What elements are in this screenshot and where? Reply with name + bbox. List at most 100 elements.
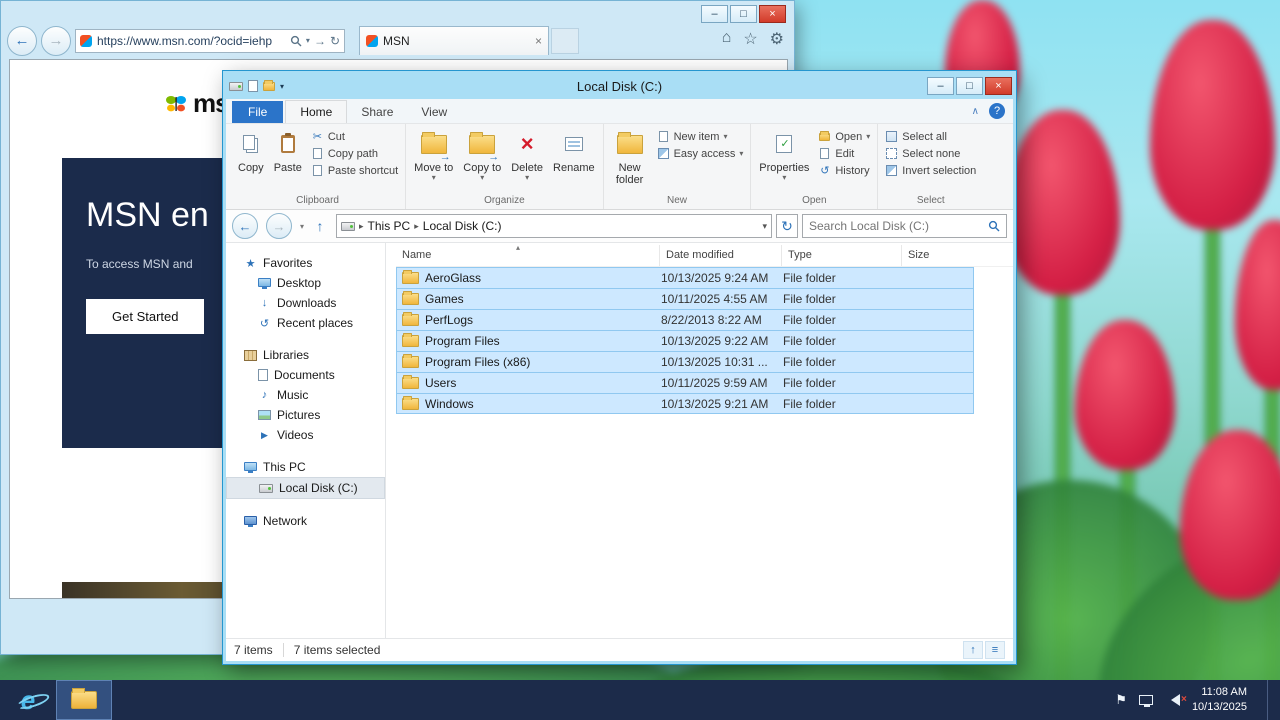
nav-desktop[interactable]: Desktop — [226, 273, 385, 293]
move-to-button[interactable]: Move to ▾ — [409, 126, 458, 186]
system-icon[interactable] — [229, 81, 243, 91]
address-dropdown-icon[interactable]: ▾ — [306, 36, 310, 45]
copy-button[interactable]: Copy — [233, 126, 269, 177]
properties-button[interactable]: Properties ▾ — [754, 126, 814, 186]
ribbon-group-open: Properties ▾ Open ▾ Edit — [751, 124, 879, 209]
file-row-program-files-x86[interactable]: Program Files (x86) 10/13/2025 10:31 ...… — [396, 351, 974, 372]
invert-selection-button[interactable]: Invert selection — [881, 162, 980, 179]
explorer-maximize-button[interactable]: □ — [956, 77, 983, 95]
browser-maximize-button[interactable]: □ — [730, 4, 757, 23]
explorer-minimize-button[interactable]: – — [927, 77, 954, 95]
nav-libraries[interactable]: Libraries — [226, 345, 385, 365]
browser-minimize-button[interactable]: – — [701, 4, 728, 23]
file-row-windows[interactable]: Windows 10/13/2025 9:21 AM File folder — [396, 393, 974, 414]
easy-access-button[interactable]: Easy access ▾ — [653, 145, 748, 162]
nav-music[interactable]: ♪ Music — [226, 385, 385, 405]
column-header-modified[interactable]: Date modified — [660, 245, 782, 266]
explorer-titlebar[interactable]: ▾ Local Disk (C:) – □ × — [223, 71, 1016, 99]
action-center-flag-icon[interactable]: ⚑ — [1115, 692, 1127, 708]
file-row-program-files[interactable]: Program Files 10/13/2025 9:22 AM File fo… — [396, 330, 974, 351]
copy-path-button[interactable]: Copy path — [307, 145, 402, 162]
breadcrumb[interactable]: ▸ This PC ▸ Local Disk (C:) ▾ — [336, 214, 772, 238]
browser-back-button[interactable]: ← — [7, 25, 37, 56]
recent-locations-icon[interactable]: ▾ — [300, 222, 304, 231]
history-button[interactable]: ↺ History — [814, 162, 874, 179]
file-row-aeroglass[interactable]: AeroGlass 10/13/2025 9:24 AM File folder — [396, 267, 974, 288]
nav-network[interactable]: Network — [226, 511, 385, 531]
explorer-forward-button[interactable]: → — [266, 213, 292, 239]
file-row-perflogs[interactable]: PerfLogs 8/22/2013 8:22 AM File folder — [396, 309, 974, 330]
nav-this-pc[interactable]: This PC — [226, 457, 385, 477]
select-all-button[interactable]: Select all — [881, 128, 980, 145]
breadcrumb-this-pc[interactable]: This PC — [368, 219, 411, 233]
refresh-button[interactable]: ↻ — [776, 214, 798, 238]
tab-file[interactable]: File — [232, 101, 284, 123]
browser-address-bar[interactable]: https://www.msn.com/?ocid=iehp ▾ → ↻ — [75, 28, 345, 53]
select-none-button[interactable]: Select none — [881, 145, 980, 162]
qat-newfolder-icon[interactable] — [263, 79, 275, 91]
cut-button[interactable]: ✂ Cut — [307, 128, 402, 145]
delete-button[interactable]: × Delete ▾ — [506, 126, 548, 186]
browser-tab-msn[interactable]: MSN × — [359, 26, 549, 55]
local-disk-icon — [259, 483, 273, 493]
taskbar-ie-button[interactable]: e — [0, 680, 56, 720]
help-icon[interactable]: ? — [989, 103, 1005, 119]
rename-button[interactable]: Rename — [548, 126, 600, 177]
nav-downloads[interactable]: ↓ Downloads — [226, 293, 385, 313]
minimize-ribbon-icon[interactable]: ∧ — [972, 106, 979, 117]
search-box[interactable] — [802, 214, 1007, 238]
new-item-button[interactable]: New item ▾ — [653, 128, 748, 145]
tab-view[interactable]: View — [407, 101, 461, 123]
file-row-games[interactable]: Games 10/11/2025 4:55 AM File folder — [396, 288, 974, 309]
nav-documents[interactable]: Documents — [226, 365, 385, 385]
nav-local-disk[interactable]: Local Disk (C:) — [226, 477, 385, 499]
settings-gear-icon[interactable]: ⚙ — [770, 29, 784, 49]
favorites-icon[interactable]: ☆ — [743, 29, 757, 49]
taskbar-clock[interactable]: 11:08 AM 10/13/2025 — [1192, 685, 1255, 715]
search-input[interactable] — [809, 219, 988, 233]
search-icon[interactable] — [290, 35, 302, 47]
refresh-icon[interactable]: ↻ — [330, 34, 340, 48]
home-icon[interactable]: ⌂ — [722, 29, 732, 49]
new-folder-button[interactable]: New folder — [607, 126, 653, 189]
paste-shortcut-button[interactable]: Paste shortcut — [307, 162, 402, 179]
copy-to-button[interactable]: Copy to ▾ — [458, 126, 506, 186]
qat-customize-icon[interactable]: ▾ — [280, 82, 284, 91]
tab-home[interactable]: Home — [285, 100, 348, 123]
network-tray-icon[interactable] — [1138, 695, 1153, 707]
browser-close-button[interactable]: × — [759, 4, 786, 23]
get-started-button[interactable]: Get Started — [86, 299, 205, 334]
column-header-name[interactable]: Name — [396, 245, 660, 266]
address-dropdown-icon[interactable]: ▾ — [762, 221, 767, 232]
up-one-level-button[interactable]: ↑ — [308, 215, 332, 237]
tab-share[interactable]: Share — [347, 101, 407, 123]
browser-url[interactable]: https://www.msn.com/?ocid=iehp — [97, 34, 286, 48]
explorer-window-title: Local Disk (C:) — [576, 78, 663, 94]
browser-titlebar[interactable]: – □ × — [1, 1, 794, 24]
view-details-button[interactable]: ≡ — [985, 641, 1005, 659]
show-desktop-button[interactable] — [1267, 680, 1274, 720]
breadcrumb-local-disk[interactable]: Local Disk (C:) — [423, 219, 502, 233]
column-header-size[interactable]: Size — [902, 245, 968, 266]
nav-pictures[interactable]: Pictures — [226, 405, 385, 425]
new-tab-button[interactable] — [551, 27, 579, 54]
nav-favorites[interactable]: ★ Favorites — [226, 253, 385, 273]
taskbar-explorer-button[interactable] — [56, 680, 112, 720]
nav-videos[interactable]: ▶ Videos — [226, 425, 385, 445]
column-header-type[interactable]: Type — [782, 245, 902, 266]
tab-close-icon[interactable]: × — [535, 34, 542, 48]
go-icon[interactable]: → — [314, 34, 326, 48]
nav-recent-places[interactable]: ↺ Recent places — [226, 313, 385, 333]
view-large-icons-button[interactable]: ↑ — [963, 641, 983, 659]
paste-icon — [280, 129, 295, 159]
open-button[interactable]: Open ▾ — [814, 128, 874, 145]
volume-tray-icon[interactable]: × — [1165, 694, 1187, 706]
qat-properties-icon[interactable] — [248, 80, 258, 92]
paste-button[interactable]: Paste — [269, 126, 307, 177]
explorer-close-button[interactable]: × — [985, 77, 1012, 95]
search-icon[interactable] — [988, 220, 1000, 232]
explorer-back-button[interactable]: ← — [232, 213, 258, 239]
edit-button[interactable]: Edit — [814, 145, 874, 162]
file-row-users[interactable]: Users 10/11/2025 9:59 AM File folder — [396, 372, 974, 393]
browser-forward-button[interactable]: → — [41, 25, 71, 56]
